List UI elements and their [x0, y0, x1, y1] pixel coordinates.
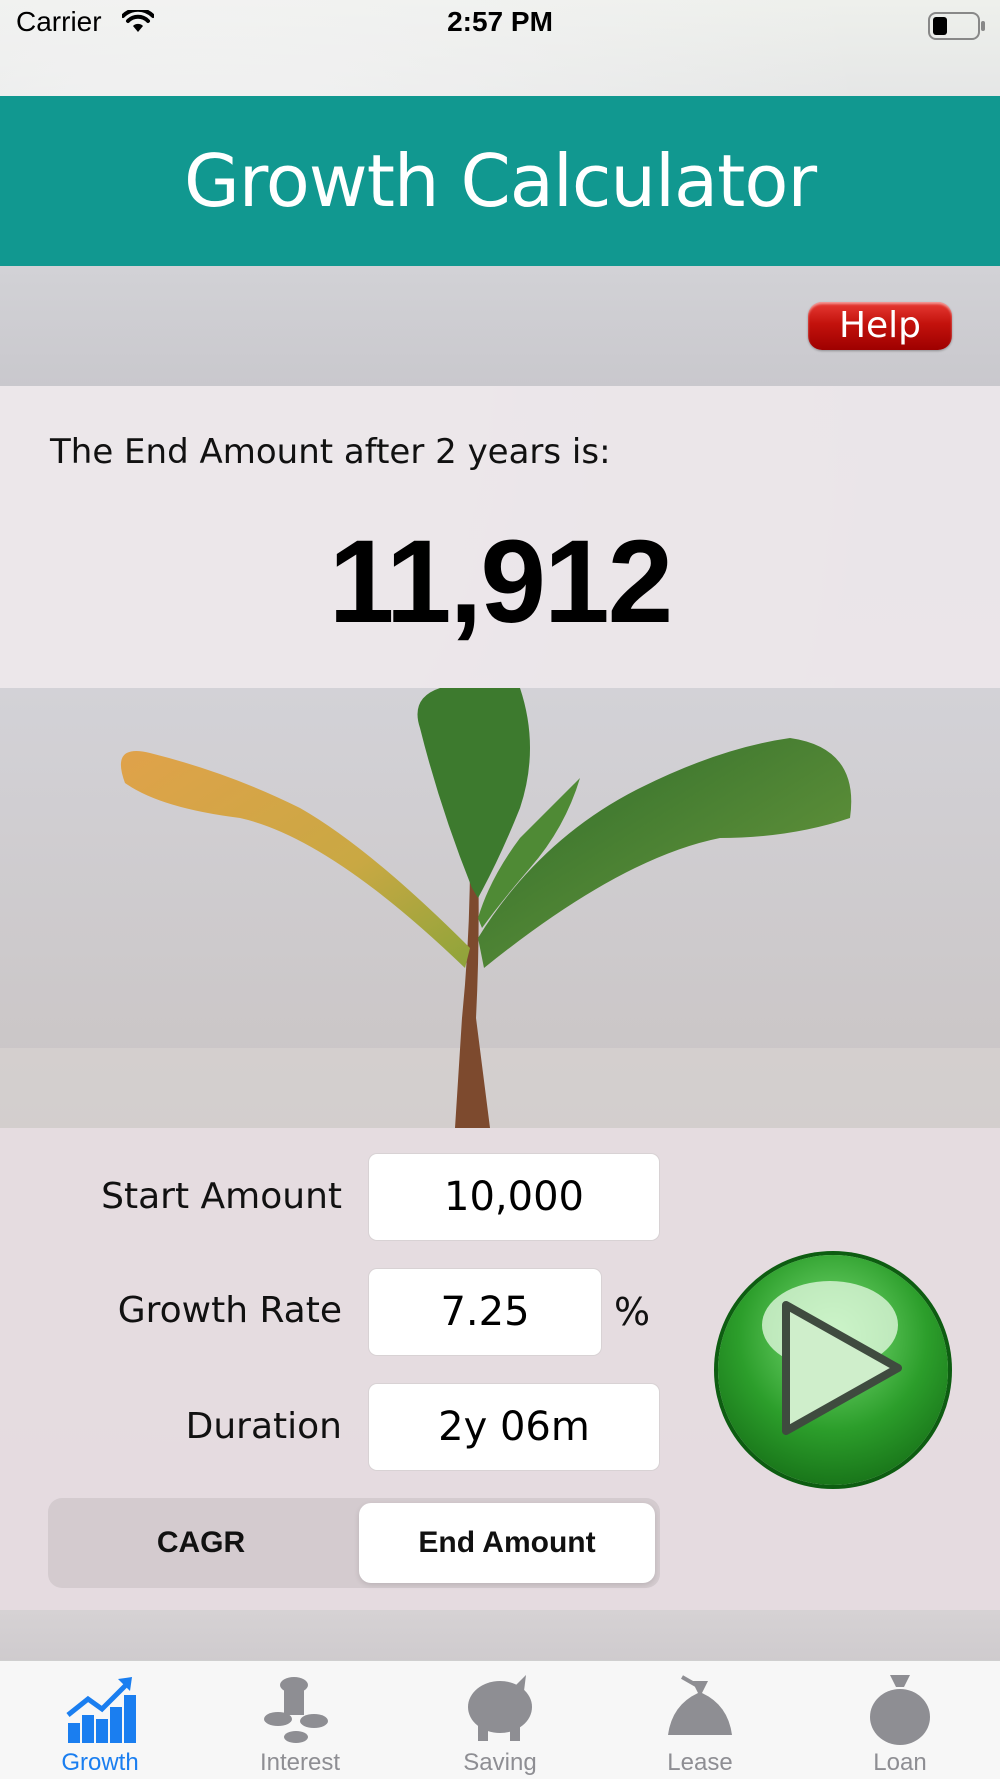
tab-interest-label: Interest	[259, 1749, 341, 1776]
tab-lease[interactable]: Lease	[600, 1661, 800, 1779]
battery-icon	[928, 12, 986, 45]
piggy-bank-icon	[468, 1675, 532, 1741]
page-title: Growth Calculator	[183, 139, 817, 223]
result-label: The End Amount after 2 years is:	[50, 432, 611, 472]
percent-unit: %	[614, 1290, 651, 1334]
growth-rate-label: Growth Rate	[117, 1290, 342, 1331]
help-strip: Help	[0, 266, 1000, 386]
help-button[interactable]: Help	[808, 302, 952, 350]
tab-saving-label: Saving	[463, 1749, 537, 1776]
mode-segmented-control: CAGR End Amount	[48, 1498, 660, 1588]
result-value: 11,912	[328, 516, 673, 648]
money-bag-icon	[668, 1675, 732, 1735]
bottom-strip	[0, 1610, 1000, 1660]
tab-lease-label: Lease	[667, 1749, 733, 1776]
calculate-button[interactable]	[718, 1255, 948, 1485]
start-amount-field[interactable]: 10,000	[369, 1154, 659, 1240]
status-bar: Carrier 2:57 PM	[0, 0, 1000, 96]
sack-icon	[870, 1675, 930, 1745]
tab-bar: Growth Interest Saving Lease Loan	[0, 1660, 1000, 1779]
clock: 2:57 PM	[447, 6, 553, 37]
tab-interest[interactable]: Interest	[200, 1661, 400, 1779]
duration-field[interactable]: 2y 06m	[369, 1384, 659, 1470]
title-bar: Growth Calculator	[0, 96, 1000, 266]
growth-chart-icon	[66, 1677, 136, 1743]
input-panel: Start Amount 10,000 Growth Rate 7.25 % D…	[0, 1128, 1000, 1610]
duration-label: Duration	[185, 1406, 342, 1447]
mode-end-amount-segment[interactable]: End Amount	[359, 1503, 655, 1583]
result-panel: The End Amount after 2 years is: 11,912	[0, 386, 1000, 688]
plant-image	[0, 688, 1000, 1128]
start-amount-label: Start Amount	[101, 1176, 342, 1217]
tab-loan-label: Loan	[873, 1749, 927, 1776]
mode-cagr-segment[interactable]: CAGR	[53, 1503, 349, 1583]
tab-growth[interactable]: Growth	[0, 1661, 200, 1779]
coins-icon	[264, 1677, 328, 1743]
tab-saving[interactable]: Saving	[400, 1661, 600, 1779]
growth-rate-field[interactable]: 7.25	[369, 1269, 601, 1355]
tab-loan[interactable]: Loan	[800, 1661, 1000, 1779]
tab-growth-label: Growth	[61, 1749, 139, 1776]
